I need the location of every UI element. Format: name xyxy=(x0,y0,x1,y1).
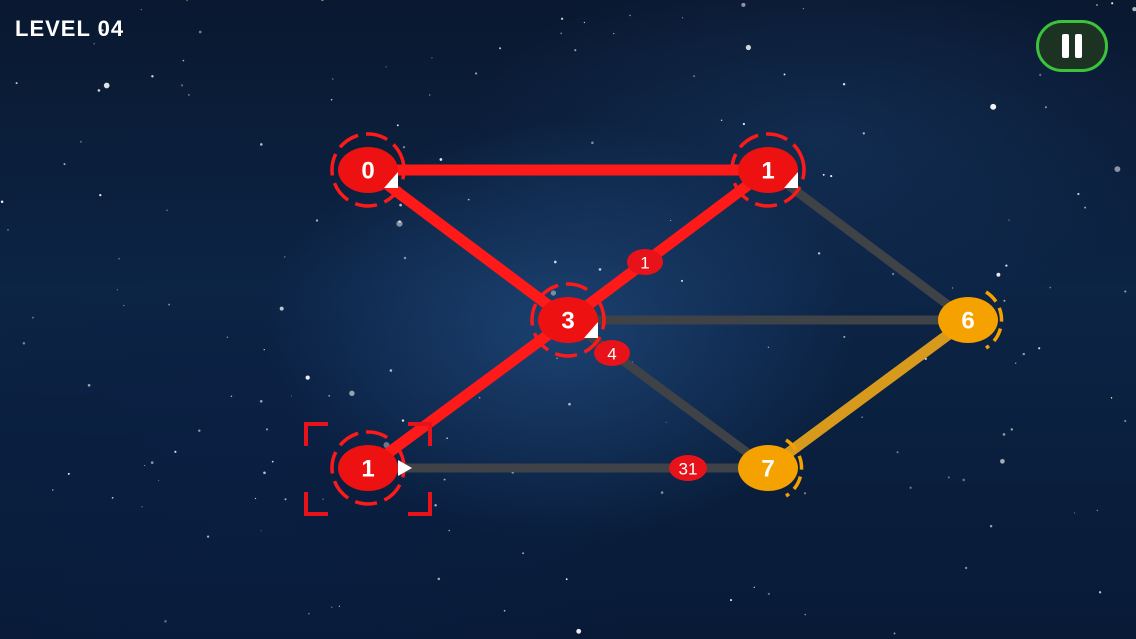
puzzle-board: 1 4 31 0 1 3 6 1 7 xyxy=(304,132,1004,516)
node-value-label: 7 xyxy=(761,456,774,483)
edge-weight-label: 4 xyxy=(607,345,616,364)
node-value-label: 1 xyxy=(361,456,374,483)
edge-n-right-n-bottom-right[interactable] xyxy=(762,314,974,474)
node-value-label: 0 xyxy=(361,158,374,185)
edge-weight-label: 1 xyxy=(640,254,649,273)
edges-layer xyxy=(362,164,974,474)
node-value-label: 1 xyxy=(761,158,774,185)
node-value-label: 6 xyxy=(961,308,974,335)
edge-weight-label: 31 xyxy=(679,460,698,479)
edge-weight-badge: 4 xyxy=(594,340,630,366)
node-value-label: 3 xyxy=(561,308,574,335)
edge-weight-badge: 31 xyxy=(669,455,707,481)
edge-weight-badge: 1 xyxy=(627,249,663,275)
